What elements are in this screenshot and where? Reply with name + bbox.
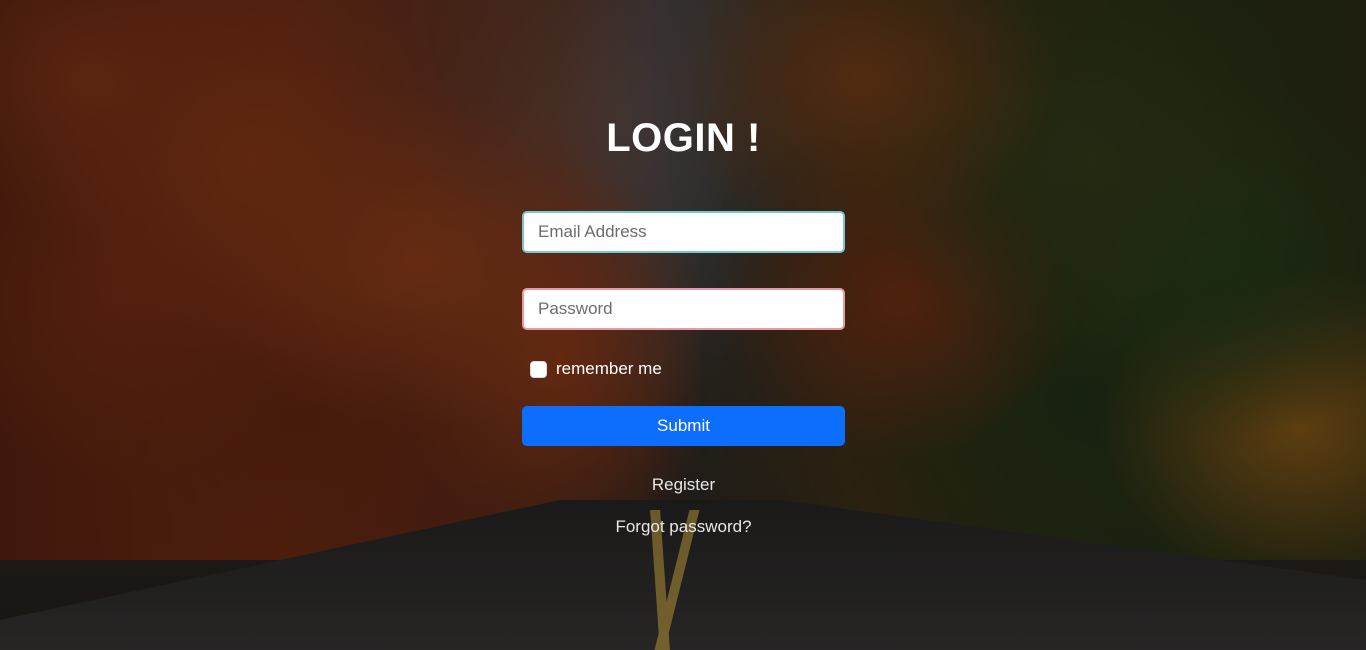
email-field[interactable]	[522, 211, 845, 253]
remember-me-row: remember me	[530, 358, 845, 380]
login-page: LOGIN ! remember me Submit Register Forg…	[0, 0, 1366, 650]
page-title: LOGIN !	[606, 116, 761, 160]
submit-button[interactable]: Submit	[522, 406, 845, 446]
password-field[interactable]	[522, 288, 845, 330]
remember-me-label[interactable]: remember me	[556, 359, 662, 379]
forgot-password-link[interactable]: Forgot password?	[522, 517, 845, 537]
remember-me-checkbox[interactable]	[530, 360, 547, 378]
register-link[interactable]: Register	[522, 475, 845, 495]
login-form: LOGIN ! remember me Submit Register Forg…	[522, 110, 845, 537]
